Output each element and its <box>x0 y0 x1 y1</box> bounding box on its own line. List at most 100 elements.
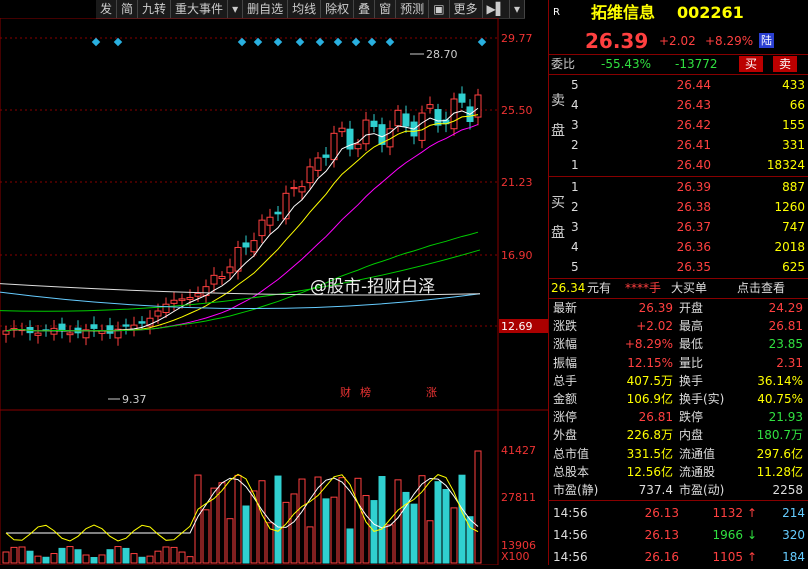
volume-bar <box>426 520 434 564</box>
stat-label: 内盘 <box>679 428 704 443</box>
ask-row[interactable]: 2 26.41 331 <box>549 136 808 154</box>
volume-bar <box>234 474 242 564</box>
volume-bar <box>2 551 10 564</box>
stat-value: +2.02 <box>636 319 673 334</box>
order-volume: 2018 <box>774 240 805 254</box>
sell-button[interactable]: 卖 <box>773 56 798 72</box>
bid-row[interactable]: 2 26.38 1260 <box>549 198 808 216</box>
candle-body <box>402 113 410 127</box>
ask-row[interactable]: 3 26.42 155 <box>549 116 808 134</box>
level: 5 <box>571 78 579 92</box>
volume-bar <box>322 498 330 564</box>
stat-label: 最高 <box>679 319 704 334</box>
toolbar-item[interactable]: 更多 <box>450 0 483 18</box>
volume-bar <box>194 474 202 564</box>
order-price: 26.36 <box>676 240 711 254</box>
volume-bar <box>50 553 58 564</box>
level: 3 <box>571 118 579 132</box>
candle-body <box>162 303 170 314</box>
order-volume: 747 <box>782 220 805 234</box>
tick-price: 26.16 <box>644 550 679 564</box>
stat-label: 量比 <box>679 355 704 370</box>
toolbar-item[interactable]: 除权 <box>321 0 355 18</box>
candle-body <box>354 143 362 150</box>
candle-body <box>66 332 74 336</box>
stat-value: 11.28亿 <box>756 464 803 479</box>
toolbar-item[interactable]: 重大事件 <box>171 0 229 18</box>
event-diamond-icon <box>295 37 305 47</box>
stat-label: 振幅 <box>553 355 578 370</box>
bid-row[interactable]: 5 26.35 625 <box>549 258 808 276</box>
order-price: 26.44 <box>676 78 711 92</box>
high-label: 28.70 <box>426 48 458 61</box>
order-volume: 625 <box>782 260 805 274</box>
candle-body <box>322 154 330 158</box>
volume-bar <box>90 556 98 564</box>
toolbar-item[interactable]: 删自选 <box>243 0 289 18</box>
price-line: 26.39 +2.02 +8.29% 陆 <box>549 30 808 52</box>
stat-value: 24.29 <box>768 301 803 315</box>
candle-body <box>338 127 346 133</box>
stat-label: 涨跌 <box>553 319 578 334</box>
big-order-price: 26.34 <box>551 281 586 295</box>
volume-bar <box>202 509 210 564</box>
candle-body <box>290 187 298 190</box>
order-volume: 66 <box>789 98 805 112</box>
stat-value: 2.31 <box>776 355 803 370</box>
event-marker: 财 <box>340 385 351 399</box>
ask-row[interactable]: 1 26.40 18324 <box>549 156 808 174</box>
candle-body <box>450 98 458 130</box>
ask-row[interactable]: 4 26.43 66 <box>549 96 808 114</box>
tick-direction-icon: ↑ <box>747 506 758 520</box>
volume-bar <box>162 546 170 564</box>
candle-body <box>106 325 114 334</box>
big-order-stars: ****手 <box>625 281 662 295</box>
stat-row: 涨幅 +8.29% 最低 23.85 <box>549 335 808 353</box>
toolbar-item[interactable]: ▶▌ <box>483 0 511 18</box>
bid-row[interactable]: 4 26.36 2018 <box>549 238 808 256</box>
candle-body <box>330 132 338 161</box>
toolbar-item[interactable]: ▾ <box>228 0 244 18</box>
volume-axis-label: 27811 <box>501 491 536 504</box>
chart-toolbar: 发简九转 重大事件 ▾ 删自选 均线 除权叠窗预测 ▣ 更多 ▶▌ ▾ <box>96 0 526 19</box>
order-volume: 155 <box>782 118 805 132</box>
order-volume: 1260 <box>774 200 805 214</box>
toolbar-item[interactable]: 均线 <box>288 0 322 18</box>
toolbar-item[interactable]: 九转 <box>138 0 172 18</box>
ma10-line <box>5 114 479 332</box>
bid-row[interactable]: 1 26.39 887 <box>549 178 808 196</box>
toolbar-item[interactable]: 窗 <box>375 0 397 18</box>
toolbar-item[interactable]: 发 <box>96 0 118 18</box>
volume-bar <box>442 489 450 564</box>
candle-body <box>250 240 258 253</box>
stat-value: 331.5亿 <box>626 446 673 461</box>
toolbar-item[interactable]: 叠 <box>354 0 376 18</box>
tick-count: 214 <box>782 506 805 520</box>
tick-count: 184 <box>782 550 805 564</box>
volume-bar <box>10 546 18 564</box>
tick-time: 14:56 <box>553 528 588 542</box>
kline-chart[interactable]: 29.7725.5021.2316.9012.6912.694142727811… <box>0 17 548 566</box>
order-price: 26.37 <box>676 220 711 234</box>
ask-row[interactable]: 5 26.44 433 <box>549 76 808 94</box>
volume-bar <box>170 546 178 564</box>
big-order-link[interactable]: 点击查看 <box>737 279 785 297</box>
stat-value: 23.85 <box>768 337 803 352</box>
stat-row: 总手 407.5万 换手 36.14% <box>549 372 808 390</box>
volume-bar <box>178 551 186 564</box>
volume-bar <box>130 553 138 564</box>
toolbar-item[interactable]: 简 <box>117 0 139 18</box>
event-diamond-icon <box>253 37 263 47</box>
toolbar-item[interactable]: ▾ <box>510 0 526 18</box>
candle-body <box>474 94 482 118</box>
tick-price: 26.13 <box>644 528 679 542</box>
toolbar-item[interactable]: 预测 <box>396 0 430 18</box>
stat-label: 外盘 <box>553 428 578 443</box>
buy-button[interactable]: 买 <box>739 56 764 72</box>
bid-row[interactable]: 3 26.37 747 <box>549 218 808 236</box>
stat-label: 总手 <box>553 373 578 388</box>
volume-bar <box>410 503 418 564</box>
toolbar-item[interactable]: ▣ <box>429 0 450 18</box>
weibi-ratio: -55.43% <box>601 57 652 71</box>
big-order-row[interactable]: 26.34 元有 ****手 大买单 点击查看 <box>549 279 808 297</box>
